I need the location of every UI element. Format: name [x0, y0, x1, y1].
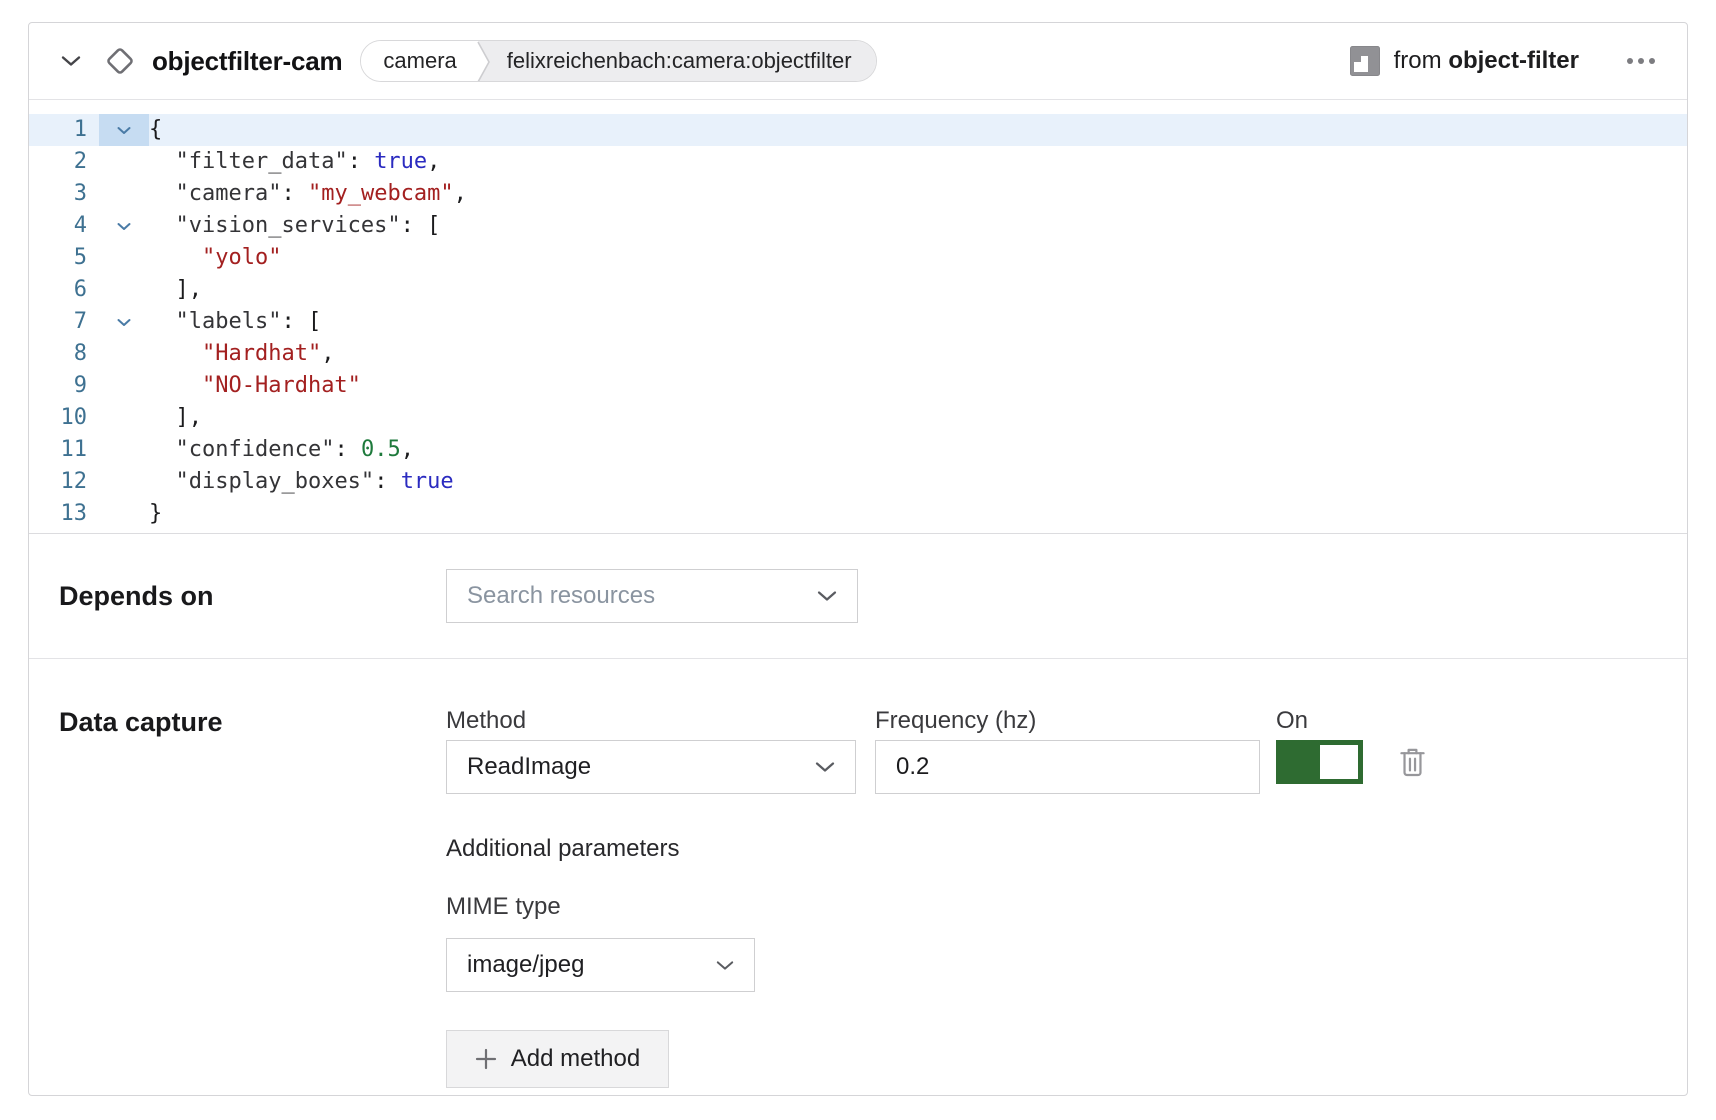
code-text: "yolo" — [149, 242, 1687, 274]
card-header: objectfilter-cam camera felixreichenbach… — [29, 23, 1687, 100]
frequency-input[interactable] — [875, 740, 1260, 794]
fold-chevron-icon[interactable] — [99, 210, 149, 242]
toggle-on-label: On — [1276, 707, 1363, 735]
line-number: 1 — [29, 114, 99, 146]
method-value: ReadImage — [467, 753, 591, 781]
from-prefix: from — [1394, 47, 1449, 74]
data-capture-fields: Method ReadImage Frequency (hz) On — [446, 707, 1426, 1088]
chevron-down-icon — [815, 761, 835, 773]
code-text: "camera": "my_webcam", — [149, 178, 1687, 210]
search-resources-select[interactable]: Search resources — [446, 569, 858, 623]
fold-chevron-icon[interactable] — [99, 306, 149, 338]
fold-spacer — [99, 370, 149, 402]
code-line[interactable]: 1{ — [29, 114, 1687, 146]
resource-type-breadcrumb: camera felixreichenbach:camera:objectfil… — [360, 40, 876, 82]
depends-on-label: Depends on — [59, 581, 446, 612]
code-text: ], — [149, 402, 1687, 434]
resource-title: objectfilter-cam — [152, 46, 342, 77]
fold-spacer — [99, 242, 149, 274]
code-text: "vision_services": [ — [149, 210, 1687, 242]
toggle-knob — [1320, 745, 1358, 779]
line-number: 8 — [29, 338, 99, 370]
code-line[interactable]: 12 "display_boxes": true — [29, 466, 1687, 498]
code-text: "NO-Hardhat" — [149, 370, 1687, 402]
method-field: Method ReadImage — [446, 707, 856, 794]
depends-on-section: Depends on Search resources — [29, 534, 1687, 659]
code-line[interactable]: 11 "confidence": 0.5, — [29, 434, 1687, 466]
mime-type-value: image/jpeg — [467, 951, 584, 979]
from-module-link[interactable]: from object-filter — [1394, 47, 1579, 75]
from-module-name: object-filter — [1448, 47, 1579, 74]
line-number: 4 — [29, 210, 99, 242]
line-number: 13 — [29, 498, 99, 530]
frequency-label: Frequency (hz) — [875, 707, 1260, 735]
chevron-down-icon — [716, 960, 734, 971]
line-number: 3 — [29, 178, 99, 210]
plus-icon — [475, 1048, 497, 1070]
module-icon — [1350, 46, 1380, 76]
diamond-icon — [103, 44, 137, 78]
frequency-field: Frequency (hz) — [875, 707, 1260, 794]
fold-spacer — [99, 178, 149, 210]
json-attributes-editor[interactable]: 1{2 "filter_data": true,3 "camera": "my_… — [29, 100, 1687, 534]
resource-config-card: objectfilter-cam camera felixreichenbach… — [28, 22, 1688, 1096]
fold-spacer — [99, 466, 149, 498]
line-number: 11 — [29, 434, 99, 466]
code-line[interactable]: 5 "yolo" — [29, 242, 1687, 274]
line-number: 6 — [29, 274, 99, 306]
fold-spacer — [99, 274, 149, 306]
code-text: "display_boxes": true — [149, 466, 1687, 498]
code-line[interactable]: 13} — [29, 498, 1687, 530]
breadcrumb-type: camera — [361, 41, 472, 81]
additional-parameters-label: Additional parameters — [446, 835, 1426, 863]
method-select[interactable]: ReadImage — [446, 740, 856, 794]
capture-toggle-field: On — [1276, 707, 1363, 784]
code-text: "filter_data": true, — [149, 146, 1687, 178]
fold-chevron-icon[interactable] — [99, 114, 149, 146]
data-capture-label: Data capture — [59, 707, 446, 738]
code-line[interactable]: 4 "vision_services": [ — [29, 210, 1687, 242]
code-text: "labels": [ — [149, 306, 1687, 338]
breadcrumb-model: felixreichenbach:camera:objectfilter — [493, 41, 876, 81]
add-method-button[interactable]: Add method — [446, 1030, 669, 1088]
chevron-down-icon — [817, 590, 837, 602]
delete-method-button[interactable] — [1399, 746, 1426, 777]
line-number: 7 — [29, 306, 99, 338]
add-method-label: Add method — [511, 1045, 640, 1073]
ellipsis-menu-icon[interactable] — [1625, 52, 1657, 70]
mime-type-select[interactable]: image/jpeg — [446, 938, 755, 992]
line-number: 10 — [29, 402, 99, 434]
capture-on-toggle[interactable] — [1276, 740, 1363, 784]
search-resources-placeholder: Search resources — [467, 582, 655, 610]
line-number: 12 — [29, 466, 99, 498]
fold-spacer — [99, 434, 149, 466]
fold-spacer — [99, 338, 149, 370]
code-text: { — [149, 114, 1687, 146]
trash-icon — [1399, 746, 1426, 777]
code-line[interactable]: 9 "NO-Hardhat" — [29, 370, 1687, 402]
breadcrumb-separator-icon — [473, 41, 493, 81]
collapse-chevron-icon[interactable] — [59, 53, 83, 69]
line-number: 2 — [29, 146, 99, 178]
code-line[interactable]: 3 "camera": "my_webcam", — [29, 178, 1687, 210]
code-line[interactable]: 10 ], — [29, 402, 1687, 434]
code-line[interactable]: 7 "labels": [ — [29, 306, 1687, 338]
code-text: "Hardhat", — [149, 338, 1687, 370]
code-text: "confidence": 0.5, — [149, 434, 1687, 466]
code-line[interactable]: 8 "Hardhat", — [29, 338, 1687, 370]
fold-spacer — [99, 402, 149, 434]
line-number: 9 — [29, 370, 99, 402]
code-text: } — [149, 498, 1687, 530]
code-line[interactable]: 2 "filter_data": true, — [29, 146, 1687, 178]
fold-spacer — [99, 498, 149, 530]
fold-spacer — [99, 146, 149, 178]
line-number: 5 — [29, 242, 99, 274]
code-line[interactable]: 6 ], — [29, 274, 1687, 306]
code-text: ], — [149, 274, 1687, 306]
method-label: Method — [446, 707, 856, 735]
data-capture-section: Data capture Method ReadImage Frequency … — [29, 659, 1687, 1119]
mime-type-label: MIME type — [446, 893, 1426, 921]
